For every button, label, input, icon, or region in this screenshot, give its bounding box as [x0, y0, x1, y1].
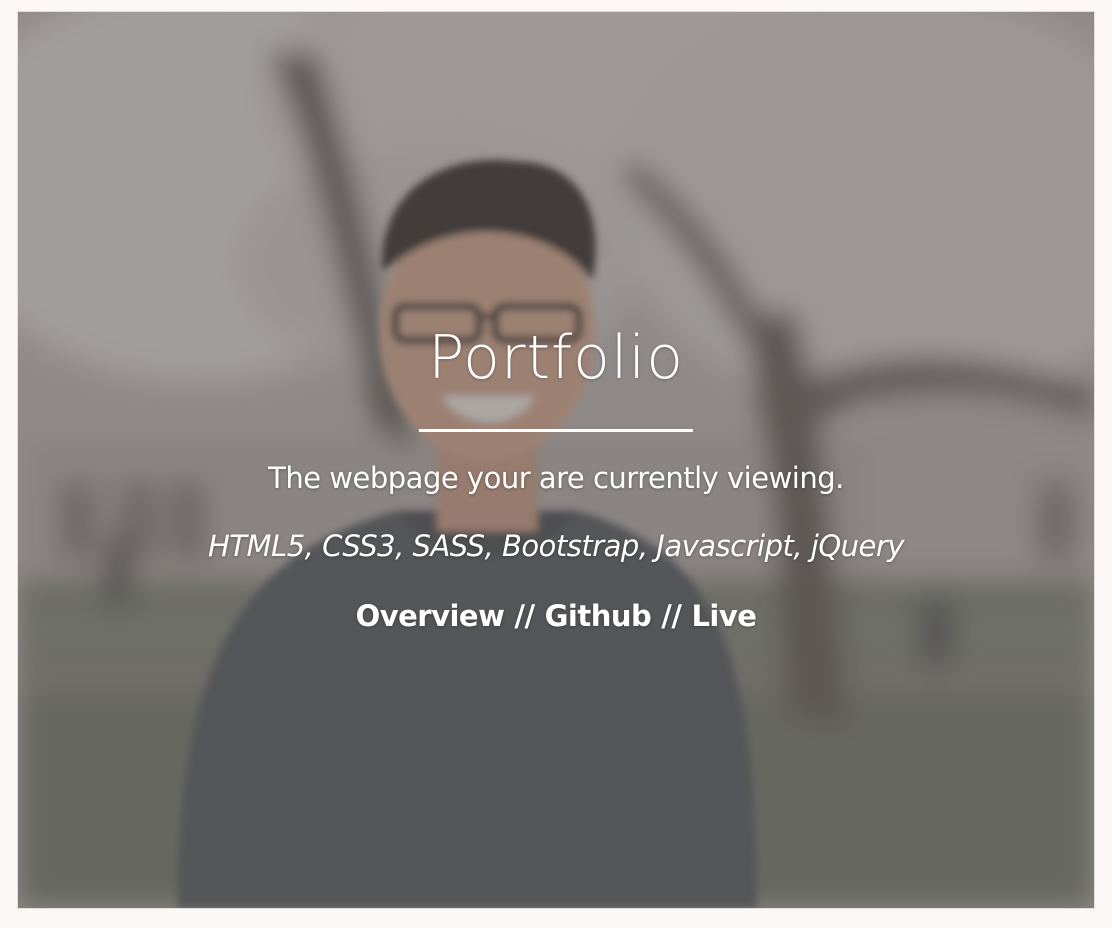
overview-link[interactable]: Overview — [356, 599, 505, 633]
link-separator: // — [661, 599, 682, 633]
title-divider — [419, 429, 693, 432]
project-title: Portfolio — [428, 323, 684, 393]
project-card: Portfolio The webpage your are currently… — [17, 11, 1095, 909]
link-separator: // — [514, 599, 535, 633]
project-description: The webpage your are currently viewing. — [268, 461, 844, 495]
project-overlay: Portfolio The webpage your are currently… — [18, 12, 1094, 908]
project-technologies: HTML5, CSS3, SASS, Bootstrap, Javascript… — [208, 529, 904, 563]
project-links: Overview // Github // Live — [356, 596, 757, 636]
live-link[interactable]: Live — [691, 599, 757, 633]
github-link[interactable]: Github — [545, 599, 652, 633]
